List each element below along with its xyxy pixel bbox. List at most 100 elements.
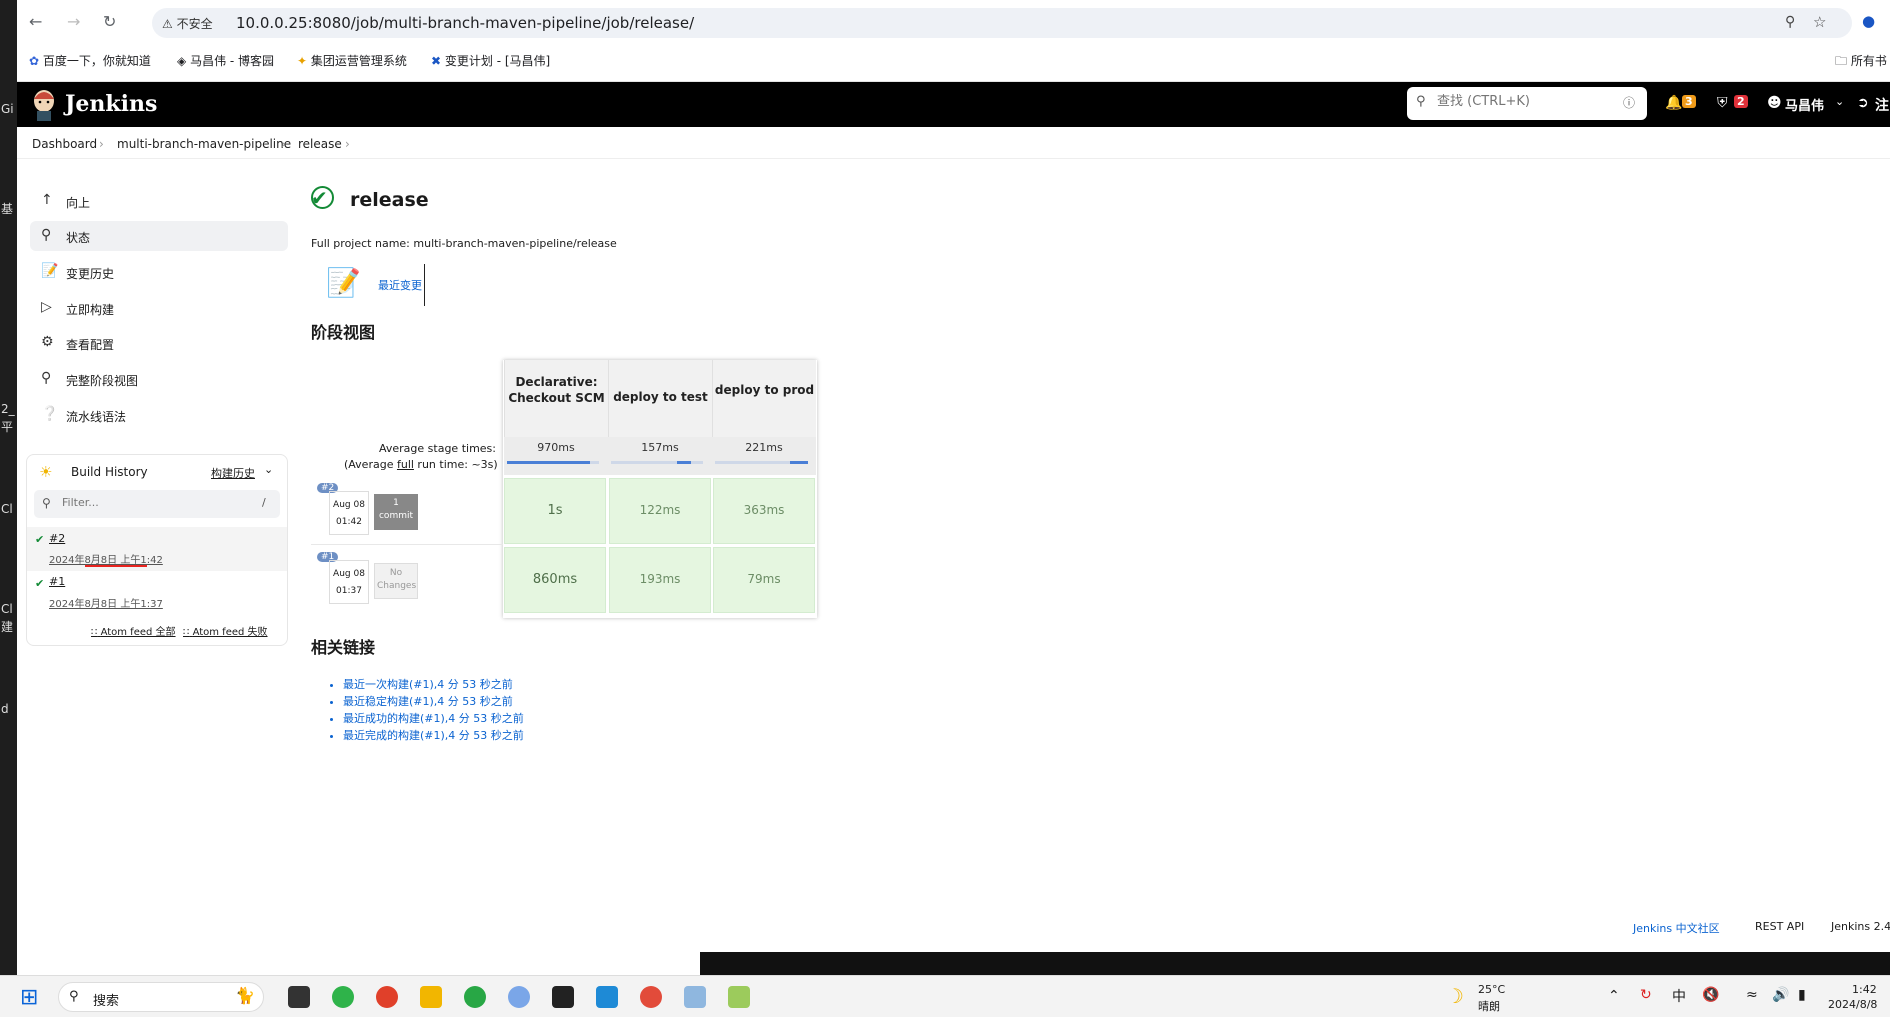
shield-icon[interactable]: ⛨ <box>1717 95 1728 111</box>
global-search[interactable]: ⚲ ⓘ <box>1407 87 1647 120</box>
chevron-up-icon[interactable]: ⌃ <box>1608 988 1620 1004</box>
file-explorer-icon[interactable] <box>420 986 442 1008</box>
sidebar-item-full-stage-view[interactable]: ⚲ 完整阶段视图 <box>30 364 288 394</box>
breadcrumb-dashboard[interactable]: Dashboard <box>32 137 97 151</box>
task-view-icon[interactable] <box>288 986 310 1008</box>
build-number-link[interactable]: #2 <box>49 532 65 545</box>
chevron-down-icon[interactable]: ⌄ <box>264 463 273 476</box>
stage-cell-success[interactable]: 122ms <box>609 478 711 544</box>
app-icon[interactable] <box>508 986 530 1008</box>
reload-icon[interactable]: ↻ <box>103 12 116 31</box>
bookmark-baidu[interactable]: ✿ 百度一下，你就知道 <box>29 52 151 69</box>
sidebar-item-config[interactable]: ⚙ 查看配置 <box>30 328 288 358</box>
user-icon[interactable]: ☻ <box>1767 95 1782 111</box>
wifi-icon[interactable]: ≈ <box>1746 987 1758 1003</box>
bell-icon[interactable]: 🔔 <box>1665 95 1682 111</box>
all-bookmarks[interactable]: 🗀 所有书 <box>1835 52 1887 73</box>
related-link[interactable]: 最近一次构建(#1),4 分 53 秒之前 <box>343 676 524 693</box>
clock-date[interactable]: 2024/8/8 <box>1828 998 1877 1011</box>
stage-cell-success[interactable]: 1s <box>504 478 606 544</box>
stage-cell-success[interactable]: 363ms <box>713 478 815 544</box>
notepad-app-icon[interactable] <box>728 986 750 1008</box>
taskbar-search[interactable]: ⚲ 搜索 🐈 <box>58 982 264 1012</box>
sync-icon[interactable]: ↻ <box>1640 987 1652 1003</box>
arrow-up-icon: ↑ <box>41 192 53 208</box>
logout-icon[interactable]: ➲ <box>1857 95 1869 111</box>
search-input[interactable] <box>1437 94 1617 109</box>
sidebar-item-pipeline-syntax[interactable]: ❔ 流水线语法 <box>30 400 288 430</box>
ime-label[interactable]: 中 <box>1672 986 1686 1006</box>
jenkins-title[interactable]: Jenkins <box>65 91 157 117</box>
weather-temp[interactable]: 25°C <box>1478 983 1505 996</box>
weather-desc[interactable]: 晴朗 <box>1478 998 1500 1014</box>
windows-start-icon[interactable]: ⊞ <box>20 985 38 1010</box>
forward-icon[interactable]: → <box>67 12 80 31</box>
trend-link[interactable]: 构建历史 <box>211 465 255 481</box>
help-icon[interactable]: ⓘ <box>1623 94 1635 111</box>
volume-mute-icon[interactable]: 🔇 <box>1702 987 1719 1003</box>
notification-badge[interactable]: 3 <box>1682 95 1696 108</box>
star-icon[interactable]: ☆ <box>1813 13 1826 31</box>
filter-input[interactable] <box>62 496 242 509</box>
insecure-label: 不安全 <box>176 17 213 31</box>
speaker-icon[interactable]: 🔊 <box>1772 987 1789 1003</box>
chrome-icon[interactable] <box>376 986 398 1008</box>
full-run-link[interactable]: full <box>397 458 414 471</box>
stage-duration: 193ms <box>639 572 681 586</box>
address-bar[interactable]: ⚠ 不安全 10.0.0.25:8080/job/multi-branch-ma… <box>152 8 1852 38</box>
status-circle <box>311 186 334 209</box>
breadcrumb-release[interactable]: release <box>298 137 342 151</box>
sidebar-item-build-now[interactable]: ▷ 立即构建 <box>30 293 288 323</box>
stage-cell-success[interactable]: 193ms <box>609 547 711 613</box>
rest-api-link[interactable]: REST API <box>1755 920 1804 933</box>
atom-feed-all[interactable]: ∷ Atom feed 全部 <box>91 623 176 638</box>
sidebar-item-changes[interactable]: 📝 变更历史 <box>30 257 288 287</box>
atom-feed-fail[interactable]: ∷ Atom feed 失败 <box>183 623 268 638</box>
build-time-link[interactable]: 2024年8月8日 上午1:42 <box>49 551 163 566</box>
filter-box[interactable]: ⚲ / <box>34 490 280 518</box>
battery-icon[interactable]: ▮ <box>1798 987 1806 1003</box>
bookmark-ops[interactable]: ✦ 集团运营管理系统 <box>297 52 407 69</box>
terminal-icon[interactable] <box>552 986 574 1008</box>
zoom-icon[interactable]: ⚲ <box>1785 14 1795 30</box>
build-row[interactable]: ✔ #1 2024年8月8日 上午1:37 <box>27 571 287 611</box>
remote-desktop-icon[interactable] <box>596 986 618 1008</box>
clock-time[interactable]: 1:42 <box>1852 983 1877 996</box>
wechat-icon[interactable] <box>332 986 354 1008</box>
breadcrumb-pipeline[interactable]: multi-branch-maven-pipeline <box>117 137 291 151</box>
browser-360-icon[interactable] <box>464 986 486 1008</box>
chevron-down-icon[interactable]: ⌄ <box>1835 95 1844 108</box>
breadcrumb-separator-icon[interactable]: › <box>345 137 350 151</box>
logout-label[interactable]: 注 <box>1875 95 1889 115</box>
user-name[interactable]: 马昌伟 <box>1785 95 1824 114</box>
notepad-icon[interactable]: 📝 <box>326 266 361 299</box>
stage-header: Declarative: Checkout SCM <box>504 360 608 437</box>
build-row[interactable]: ✔ #2 2024年8月8日 上午1:42 <box>27 527 287 571</box>
back-icon[interactable]: ← <box>29 12 42 31</box>
sidebar-item-label: 向上 <box>66 196 91 210</box>
build-time-link[interactable]: 2024年8月8日 上午1:37 <box>49 595 163 610</box>
monitor-app-icon[interactable] <box>684 986 706 1008</box>
build-history-panel: ☀ Build History 构建历史 ⌄ ⚲ / ✔ #2 2024年8月8… <box>26 454 288 646</box>
related-link[interactable]: 最近完成的构建(#1),4 分 53 秒之前 <box>343 727 524 744</box>
community-link[interactable]: Jenkins 中文社区 <box>1633 920 1720 936</box>
security-badge[interactable]: 2 <box>1734 95 1748 108</box>
desktop-label: Gi <box>1 102 14 116</box>
recent-changes-link[interactable]: 最近变更 <box>378 277 422 293</box>
bookmark-change-plan[interactable]: ✖ 变更计划 - [马昌伟] <box>431 52 550 69</box>
jenkins-version[interactable]: Jenkins 2.43 <box>1831 920 1890 933</box>
build-number-link[interactable]: #1 <box>49 575 65 588</box>
stage-cell-success[interactable]: 860ms <box>504 547 606 613</box>
jenkins-logo-icon[interactable] <box>31 87 57 121</box>
bookmark-cnblogs[interactable]: ◈ 马昌伟 - 博客园 <box>177 52 274 69</box>
insecure-indicator[interactable]: ⚠ 不安全 <box>162 15 213 32</box>
related-link[interactable]: 最近稳定构建(#1),4 分 53 秒之前 <box>343 693 524 710</box>
sidebar-item-status[interactable]: ⚲ 状态 <box>30 221 288 251</box>
related-link[interactable]: 最近成功的构建(#1),4 分 53 秒之前 <box>343 710 524 727</box>
sidebar-item-up[interactable]: ↑ 向上 <box>30 186 288 216</box>
stage-cell-success[interactable]: 79ms <box>713 547 815 613</box>
url-text[interactable]: 10.0.0.25:8080/job/multi-branch-maven-pi… <box>236 14 694 32</box>
commits-box[interactable]: 1 commit <box>374 494 418 530</box>
profile-icon[interactable]: ● <box>1862 12 1875 30</box>
snail-app-icon[interactable] <box>640 986 662 1008</box>
